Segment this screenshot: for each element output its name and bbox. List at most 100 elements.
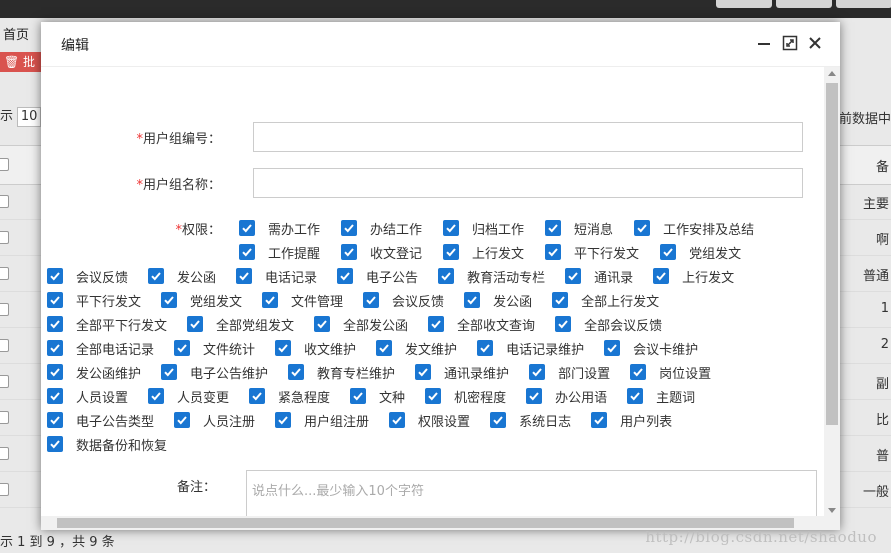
checkbox-checked-icon[interactable] bbox=[660, 244, 677, 260]
checkbox-checked-icon[interactable] bbox=[161, 292, 178, 308]
permission-item[interactable]: 电话记录 bbox=[236, 267, 317, 286]
checkbox-checked-icon[interactable] bbox=[249, 388, 266, 404]
checkbox-checked-icon[interactable] bbox=[239, 244, 255, 260]
permission-item[interactable]: 工作提醒 bbox=[239, 243, 320, 262]
checkbox-checked-icon[interactable] bbox=[174, 340, 191, 356]
permission-item[interactable]: 部门设置 bbox=[529, 363, 610, 382]
checkbox-checked-icon[interactable] bbox=[341, 244, 358, 260]
checkbox-checked-icon[interactable] bbox=[47, 340, 63, 356]
checkbox-checked-icon[interactable] bbox=[591, 412, 608, 428]
permission-item[interactable]: 文件统计 bbox=[174, 339, 255, 358]
minimize-icon[interactable] bbox=[755, 34, 773, 52]
permission-item[interactable]: 机密程度 bbox=[425, 387, 506, 406]
permission-item[interactable]: 电子公告类型 bbox=[47, 411, 154, 430]
scroll-down-icon[interactable] bbox=[828, 508, 836, 513]
checkbox-checked-icon[interactable] bbox=[341, 220, 358, 236]
permission-item[interactable]: 发公函维护 bbox=[47, 363, 141, 382]
permission-item[interactable]: 文种 bbox=[350, 387, 405, 406]
checkbox-checked-icon[interactable] bbox=[314, 316, 331, 332]
checkbox-checked-icon[interactable] bbox=[350, 388, 367, 404]
scrollbar-thumb[interactable] bbox=[57, 518, 794, 528]
row-checkbox[interactable] bbox=[0, 447, 9, 460]
row-checkbox[interactable] bbox=[0, 303, 9, 316]
note-textarea[interactable]: 说点什么...最少输入10个字符 bbox=[246, 470, 817, 517]
scroll-up-icon[interactable] bbox=[828, 71, 836, 76]
permission-item[interactable]: 办公用语 bbox=[526, 387, 607, 406]
row-checkbox[interactable] bbox=[0, 375, 9, 388]
permission-item[interactable]: 人员注册 bbox=[174, 411, 255, 430]
permission-item[interactable]: 发公函 bbox=[148, 267, 216, 286]
permission-item[interactable]: 紧急程度 bbox=[249, 387, 330, 406]
permission-item[interactable]: 电子公告 bbox=[337, 267, 418, 286]
checkbox-checked-icon[interactable] bbox=[464, 292, 481, 308]
checkbox-checked-icon[interactable] bbox=[438, 268, 455, 284]
checkbox-checked-icon[interactable] bbox=[275, 412, 292, 428]
permission-item[interactable]: 权限设置 bbox=[389, 411, 470, 430]
permission-item[interactable]: 发公函 bbox=[464, 291, 532, 310]
permission-item[interactable]: 收文登记 bbox=[341, 243, 422, 262]
checkbox-checked-icon[interactable] bbox=[47, 436, 63, 452]
permission-item[interactable]: 全部平下行发文 bbox=[47, 315, 167, 334]
scrollbar-thumb[interactable] bbox=[826, 83, 838, 425]
tab-home[interactable]: 首页 bbox=[0, 22, 29, 50]
permission-item[interactable]: 系统日志 bbox=[490, 411, 571, 430]
checkbox-checked-icon[interactable] bbox=[565, 268, 582, 284]
permission-item[interactable]: 会议卡维护 bbox=[604, 339, 698, 358]
checkbox-checked-icon[interactable] bbox=[47, 364, 63, 380]
checkbox-checked-icon[interactable] bbox=[415, 364, 432, 380]
permission-item[interactable]: 全部会议反馈 bbox=[555, 315, 662, 334]
group-no-input[interactable] bbox=[253, 122, 803, 152]
permission-item[interactable]: 通讯录 bbox=[565, 267, 633, 286]
permission-item[interactable]: 用户组注册 bbox=[275, 411, 369, 430]
window-button[interactable] bbox=[776, 0, 832, 8]
permission-item[interactable]: 归档工作 bbox=[443, 219, 524, 238]
checkbox-checked-icon[interactable] bbox=[47, 388, 63, 404]
checkbox-checked-icon[interactable] bbox=[425, 388, 442, 404]
permission-item[interactable]: 党组发文 bbox=[660, 243, 741, 262]
checkbox-checked-icon[interactable] bbox=[47, 412, 63, 428]
checkbox-checked-icon[interactable] bbox=[239, 220, 255, 236]
checkbox-checked-icon[interactable] bbox=[389, 412, 406, 428]
permission-item[interactable]: 办结工作 bbox=[341, 219, 422, 238]
row-checkbox[interactable] bbox=[0, 483, 9, 496]
close-icon[interactable] bbox=[806, 34, 824, 52]
permission-item[interactable]: 会议反馈 bbox=[363, 291, 444, 310]
checkbox-checked-icon[interactable] bbox=[428, 316, 445, 332]
vertical-scrollbar[interactable] bbox=[824, 67, 840, 517]
permission-item[interactable]: 电子公告维护 bbox=[161, 363, 268, 382]
checkbox-checked-icon[interactable] bbox=[443, 244, 460, 260]
checkbox-checked-icon[interactable] bbox=[47, 292, 63, 308]
checkbox-checked-icon[interactable] bbox=[174, 412, 191, 428]
permission-item[interactable]: 会议反馈 bbox=[47, 267, 128, 286]
checkbox-checked-icon[interactable] bbox=[545, 220, 562, 236]
checkbox-checked-icon[interactable] bbox=[47, 316, 63, 332]
checkbox-checked-icon[interactable] bbox=[634, 220, 651, 236]
permission-item[interactable]: 电话记录维护 bbox=[477, 339, 584, 358]
permission-item[interactable]: 全部发公函 bbox=[314, 315, 408, 334]
permission-item[interactable]: 收文维护 bbox=[275, 339, 356, 358]
checkbox-checked-icon[interactable] bbox=[477, 340, 494, 356]
permission-item[interactable]: 全部电话记录 bbox=[47, 339, 154, 358]
batch-delete-button[interactable]: 🗑 批 bbox=[0, 52, 42, 72]
row-checkbox[interactable] bbox=[0, 195, 9, 208]
permission-item[interactable]: 数据备份和恢复 bbox=[47, 435, 167, 454]
checkbox-checked-icon[interactable] bbox=[337, 268, 354, 284]
permission-item[interactable]: 通讯录维护 bbox=[415, 363, 509, 382]
checkbox-checked-icon[interactable] bbox=[555, 316, 572, 332]
checkbox-checked-icon[interactable] bbox=[148, 388, 165, 404]
checkbox-checked-icon[interactable] bbox=[529, 364, 546, 380]
permission-item[interactable]: 教育专栏维护 bbox=[288, 363, 395, 382]
checkbox-checked-icon[interactable] bbox=[236, 268, 253, 284]
maximize-icon[interactable] bbox=[781, 34, 799, 52]
permission-item[interactable]: 工作安排及总结 bbox=[634, 219, 754, 238]
window-button[interactable] bbox=[716, 0, 772, 8]
checkbox-checked-icon[interactable] bbox=[490, 412, 507, 428]
checkbox-checked-icon[interactable] bbox=[275, 340, 292, 356]
permission-item[interactable]: 主题词 bbox=[627, 387, 695, 406]
window-button[interactable] bbox=[836, 0, 891, 8]
row-checkbox[interactable] bbox=[0, 231, 9, 244]
permission-item[interactable]: 平下行发文 bbox=[545, 243, 639, 262]
checkbox-checked-icon[interactable] bbox=[288, 364, 305, 380]
checkbox-checked-icon[interactable] bbox=[262, 292, 279, 308]
permission-item[interactable]: 全部党组发文 bbox=[187, 315, 294, 334]
